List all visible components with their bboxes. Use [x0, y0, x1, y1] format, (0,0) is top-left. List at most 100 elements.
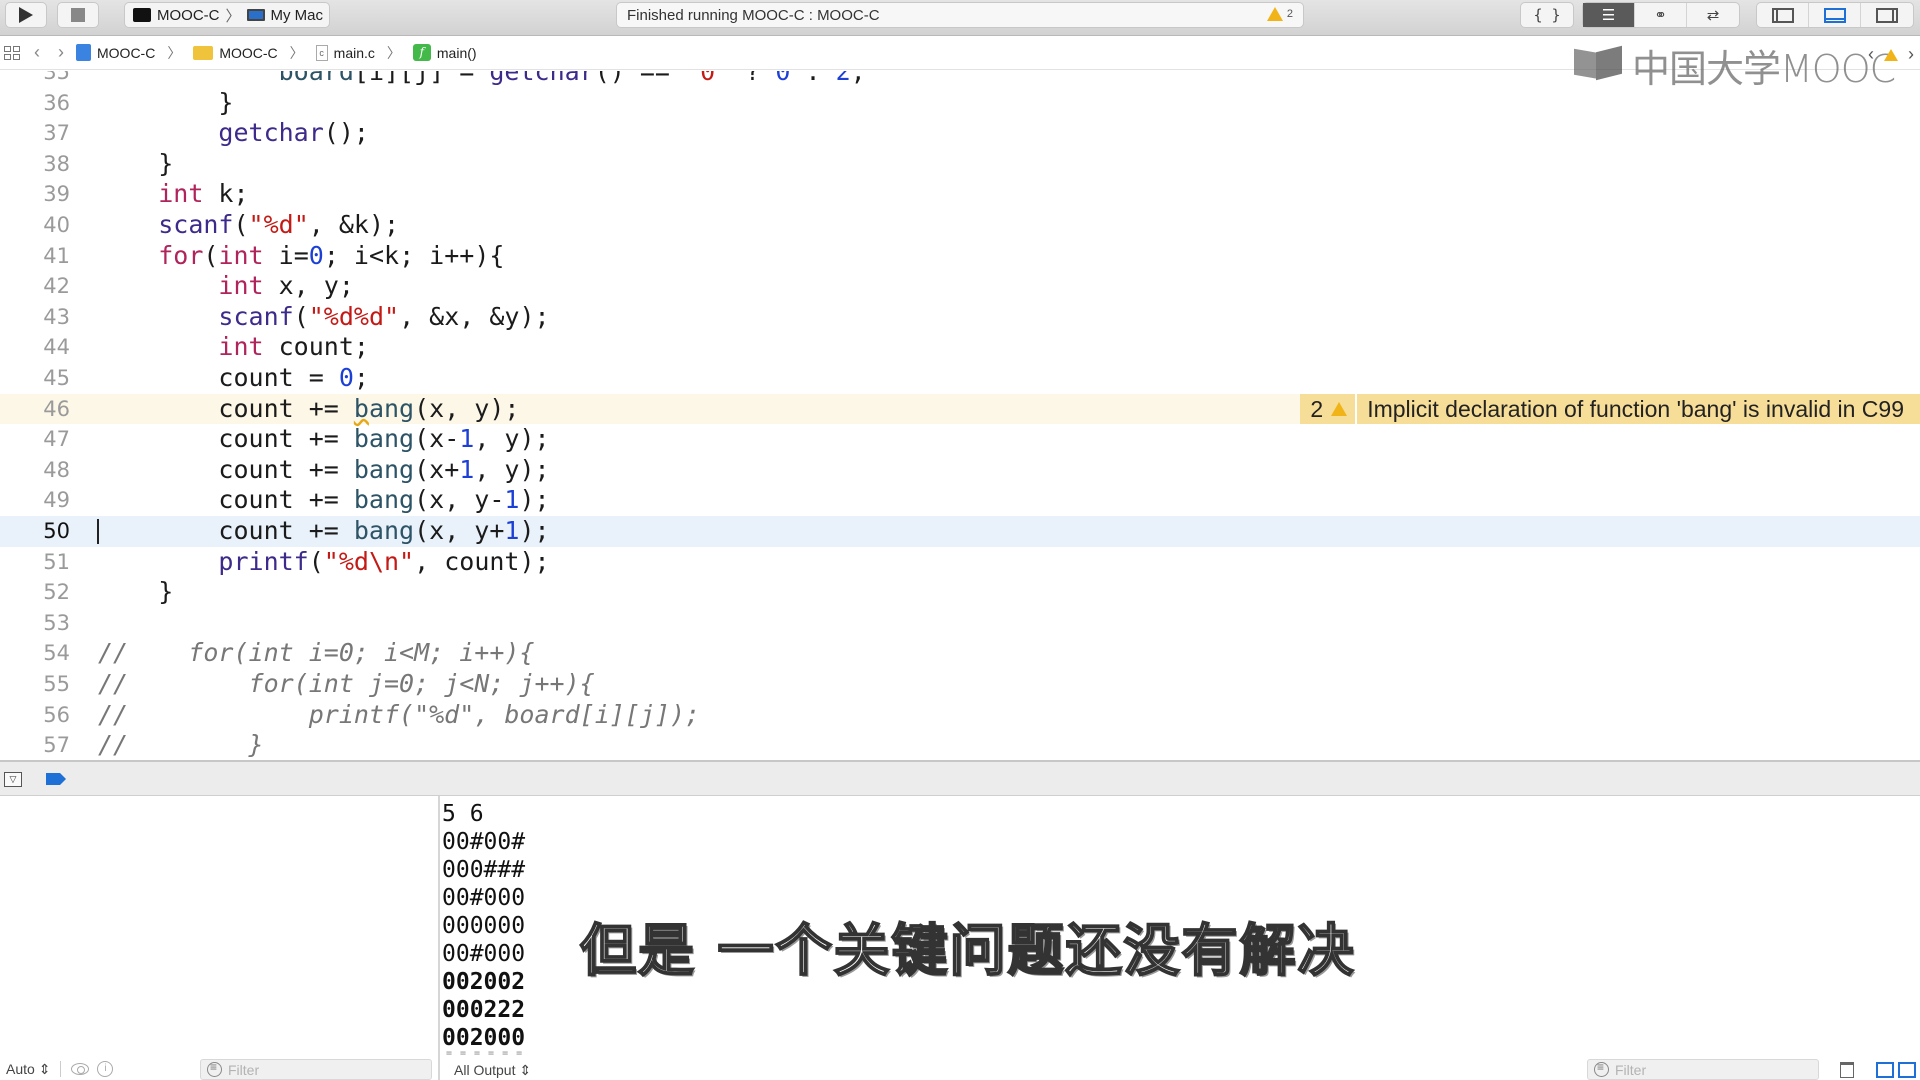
code-text[interactable]: } [98, 577, 173, 608]
stop-button[interactable] [57, 2, 99, 28]
inline-warning-annotation[interactable]: 2 Implicit declaration of function 'bang'… [1300, 393, 1920, 425]
code-line[interactable]: 38 } [0, 149, 1920, 180]
line-number[interactable]: 35 [0, 71, 70, 88]
breadcrumb-project[interactable]: MOOC-C 〉 [76, 43, 181, 63]
line-number[interactable]: 41 [0, 241, 70, 272]
code-line[interactable]: 43 scanf("%d%d", &x, &y); [0, 302, 1920, 333]
code-line[interactable]: 40 scanf("%d", &k); [0, 210, 1920, 241]
line-number[interactable]: 43 [0, 302, 70, 333]
line-number[interactable]: 57 [0, 730, 70, 760]
show-variables-toggle[interactable] [1876, 1062, 1894, 1078]
code-line[interactable]: 56 // printf("%d", board[i][j]); [0, 700, 1920, 731]
code-line[interactable]: 47 count += bang(x-1, y); [0, 424, 1920, 455]
line-number[interactable]: 48 [0, 455, 70, 486]
line-number[interactable]: 49 [0, 485, 70, 516]
line-number[interactable]: 46 [0, 394, 70, 425]
code-text[interactable]: int k; [98, 179, 248, 210]
line-number[interactable]: 56 [0, 700, 70, 731]
version-editor-button[interactable]: ⇄ [1687, 3, 1739, 27]
code-line[interactable]: 45 count = 0; [0, 363, 1920, 394]
code-text[interactable]: count = 0; [98, 363, 369, 394]
next-issue-button[interactable]: › [1908, 44, 1914, 65]
related-items-icon[interactable] [4, 45, 20, 60]
code-line[interactable]: 44 int count; [0, 332, 1920, 363]
code-text[interactable]: scanf("%d%d", &x, &y); [98, 302, 549, 333]
line-number[interactable]: 37 [0, 118, 70, 149]
forward-button[interactable]: › [58, 42, 64, 63]
code-line[interactable]: 54 // for(int i=0; i<M; i++){ [0, 638, 1920, 669]
hide-debug-area-button[interactable]: ▽ [4, 772, 22, 787]
eye-icon[interactable] [71, 1063, 90, 1075]
warning-count-badge[interactable]: 2 [1300, 393, 1358, 425]
console-filter-field[interactable]: Filter [1587, 1059, 1819, 1080]
toggle-debug-area-button[interactable] [1809, 3, 1861, 27]
code-line[interactable]: 51 printf("%d\n", count); [0, 547, 1920, 578]
scheme-selector[interactable]: MOOC-C 〉 My Mac [124, 2, 330, 28]
code-text[interactable]: count += bang(x, y+1); [98, 516, 549, 547]
code-line[interactable]: 52 } [0, 577, 1920, 608]
code-text[interactable]: for(int i=0; i<k; i++){ [98, 241, 504, 272]
code-line[interactable]: 41 for(int i=0; i<k; i++){ [0, 241, 1920, 272]
code-text[interactable]: } [98, 149, 173, 180]
breadcrumb-file[interactable]: c main.c 〉 [315, 43, 401, 63]
line-number[interactable]: 53 [0, 608, 70, 639]
code-text[interactable]: board[i][j] = getchar() == '0' ? 0 : 2; [98, 71, 866, 88]
code-text[interactable]: // } [98, 730, 264, 760]
code-line[interactable]: 55 // for(int j=0; j<N; j++){ [0, 669, 1920, 700]
code-text[interactable]: printf("%d\n", count); [98, 547, 549, 578]
line-number[interactable]: 54 [0, 638, 70, 669]
line-number[interactable]: 44 [0, 332, 70, 363]
code-text[interactable]: count += bang(x-1, y); [98, 424, 549, 455]
line-number[interactable]: 52 [0, 577, 70, 608]
code-text[interactable]: count += bang(x, y-1); [98, 485, 549, 516]
line-number[interactable]: 42 [0, 271, 70, 302]
warning-indicator[interactable]: 2 [1266, 7, 1293, 21]
show-console-toggle[interactable] [1898, 1062, 1916, 1078]
line-number[interactable]: 50 [0, 516, 70, 547]
code-line[interactable]: 53 [0, 608, 1920, 639]
line-number[interactable]: 47 [0, 424, 70, 455]
line-number[interactable]: 40 [0, 210, 70, 241]
toggle-inspector-button[interactable] [1861, 3, 1913, 27]
code-line[interactable]: 49 count += bang(x, y-1); [0, 485, 1920, 516]
code-line[interactable]: 42 int x, y; [0, 271, 1920, 302]
breadcrumb-group[interactable]: MOOC-C 〉 [193, 43, 304, 63]
warning-icon[interactable] [1884, 48, 1898, 61]
code-text[interactable]: } [98, 88, 233, 119]
line-number[interactable]: 51 [0, 547, 70, 578]
code-text[interactable]: getchar(); [98, 118, 369, 149]
source-editor[interactable]: 35 board[i][j] = getchar() == '0' ? 0 : … [0, 71, 1920, 760]
code-snippet-button[interactable]: { } [1521, 3, 1573, 27]
line-number[interactable]: 36 [0, 88, 70, 119]
toggle-navigator-button[interactable] [1757, 3, 1809, 27]
variables-filter-field[interactable]: Filter [200, 1059, 432, 1080]
line-number[interactable]: 55 [0, 669, 70, 700]
line-number[interactable]: 38 [0, 149, 70, 180]
code-text[interactable]: int count; [98, 332, 369, 363]
line-number[interactable]: 39 [0, 179, 70, 210]
info-icon[interactable]: i [97, 1061, 114, 1077]
run-button[interactable] [5, 2, 47, 28]
trash-icon[interactable] [1840, 1062, 1854, 1078]
code-line[interactable]: 57 // } [0, 730, 1920, 760]
code-line[interactable]: 50 count += bang(x, y+1); [0, 516, 1920, 547]
code-line[interactable]: 39 int k; [0, 179, 1920, 210]
code-text[interactable]: // for(int j=0; j<N; j++){ [98, 669, 595, 700]
breadcrumb-function[interactable]: f main() [412, 44, 477, 61]
code-text[interactable]: // for(int i=0; i<M; i++){ [98, 638, 535, 669]
code-text[interactable]: scanf("%d", &k); [98, 210, 399, 241]
scope-selector[interactable]: Auto ⇕ [6, 1061, 50, 1078]
code-line[interactable]: 48 count += bang(x+1, y); [0, 455, 1920, 486]
standard-editor-button[interactable]: ☰ [1583, 3, 1635, 27]
code-text[interactable]: count += bang(x+1, y); [98, 455, 549, 486]
assistant-editor-button[interactable]: ⚭ [1635, 3, 1687, 27]
line-number[interactable]: 45 [0, 363, 70, 394]
previous-issue-button[interactable]: ‹ [1868, 44, 1874, 65]
breakpoints-toggle-icon[interactable] [46, 773, 66, 785]
code-line[interactable]: 37 getchar(); [0, 118, 1920, 149]
code-line[interactable]: 46 count += bang(x, y); 2 Implicit declara… [0, 393, 1920, 425]
back-button[interactable]: ‹ [34, 42, 40, 63]
code-text[interactable]: int x, y; [98, 271, 353, 302]
output-selector[interactable]: All Output ⇕ [454, 1062, 531, 1079]
code-text[interactable]: // printf("%d", board[i][j]); [98, 700, 700, 731]
